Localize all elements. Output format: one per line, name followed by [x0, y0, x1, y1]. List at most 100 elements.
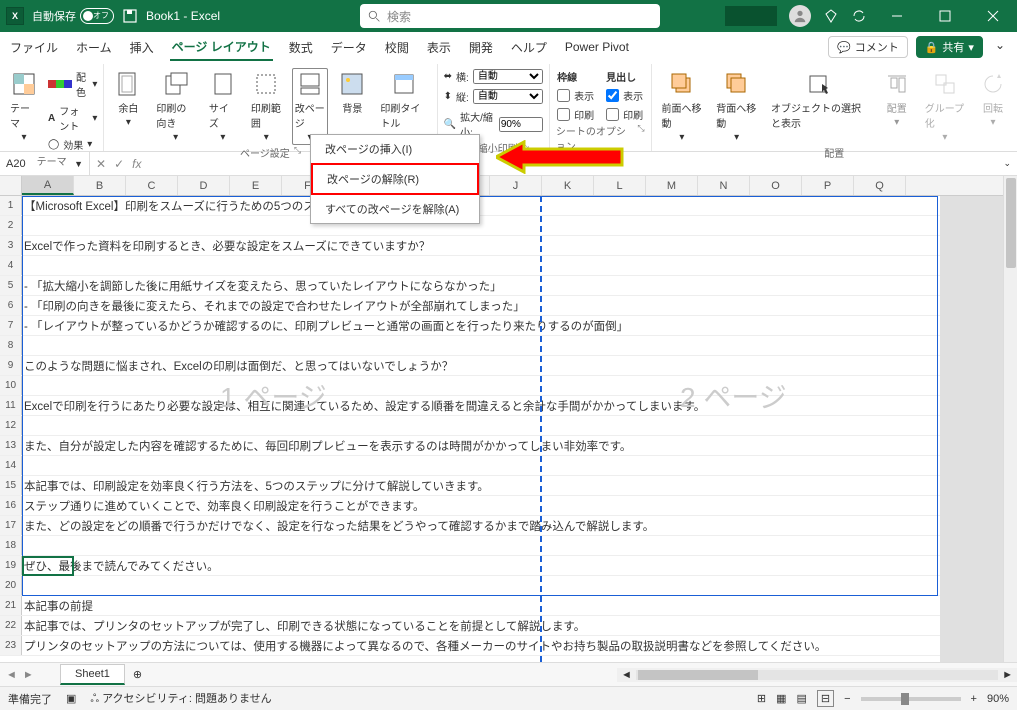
pagelayout-view-icon[interactable]: ▤: [796, 692, 806, 705]
menu-data[interactable]: データ: [329, 35, 369, 60]
row-header[interactable]: 1: [0, 196, 22, 215]
formula-expand-icon[interactable]: ⌄: [997, 158, 1017, 169]
col-header-Q[interactable]: Q: [854, 176, 906, 195]
width-select[interactable]: ⬌ 横:自動: [444, 68, 543, 85]
row-12[interactable]: 12: [0, 416, 1003, 436]
row-21[interactable]: 21本記事の前提: [0, 596, 1003, 616]
row-5[interactable]: 5- 「拡大縮小を調節した後に用紙サイズを変えたら、思っていたレイアウトにならな…: [0, 276, 1003, 296]
col-header-N[interactable]: N: [698, 176, 750, 195]
row-header[interactable]: 5: [0, 276, 22, 295]
row-7[interactable]: 7- 「レイアウトが整っているかどうか確認するのに、印刷プレビューと通常の画面と…: [0, 316, 1003, 336]
comments-button[interactable]: 💬 コメント: [828, 36, 908, 58]
row-content[interactable]: Excelで作った資料を印刷するとき、必要な設定をスムーズにできていますか？: [22, 236, 1003, 255]
row-16[interactable]: 16ステップ通りに進めていくことで、効率良く印刷設定を行うことができます。: [0, 496, 1003, 516]
row-15[interactable]: 15本記事では、印刷設定を効率良く行う方法を、5つのステップに分けて解説していき…: [0, 476, 1003, 496]
breaks-insert-item[interactable]: 改ページの挿入(I): [311, 135, 479, 163]
col-header-L[interactable]: L: [594, 176, 646, 195]
row-23[interactable]: 23プリンタのセットアップの方法については、使用する機器によって異なるので、各種…: [0, 636, 1003, 656]
tab-prev-icon[interactable]: ◄: [6, 669, 17, 681]
menu-home[interactable]: ホーム: [74, 35, 114, 60]
row-content[interactable]: また、自分が設定した内容を確認するために、毎回印刷プレビューを表示するのは時間が…: [22, 436, 1003, 455]
row-content[interactable]: - 「拡大縮小を調節した後に用紙サイズを変えたら、思っていたレイアウトにならなか…: [22, 276, 1003, 295]
new-sheet-button[interactable]: ⊕: [125, 668, 150, 681]
menu-powerpivot[interactable]: Power Pivot: [563, 36, 631, 58]
col-header-O[interactable]: O: [750, 176, 802, 195]
horizontal-scrollbar[interactable]: ◄►: [617, 668, 1017, 682]
row-content[interactable]: [22, 376, 1003, 395]
menu-pagelayout[interactable]: ページ レイアウト: [170, 34, 273, 61]
row-header[interactable]: 6: [0, 296, 22, 315]
zoom-out-icon[interactable]: −: [844, 693, 850, 705]
selection-pane-button[interactable]: オブジェクトの選択と表示: [767, 68, 873, 132]
row-content[interactable]: プリンタのセットアップの方法については、使用する機器によって異なるので、各種メー…: [22, 636, 1003, 655]
row-header[interactable]: 11: [0, 396, 22, 415]
row-17[interactable]: 17また、どの設定をどの順番で行うかだけでなく、設定を行なった結果をどうやって確…: [0, 516, 1003, 536]
row-3[interactable]: 3Excelで作った資料を印刷するとき、必要な設定をスムーズにできていますか？: [0, 236, 1003, 256]
orientation-button[interactable]: 印刷の向き▾: [152, 68, 199, 145]
col-header-P[interactable]: P: [802, 176, 854, 195]
row-header[interactable]: 10: [0, 376, 22, 395]
pagebreak-view-icon[interactable]: ⊟: [817, 690, 834, 707]
row-content[interactable]: - 「印刷の向きを最後に変えたら、それまでの設定で合わせたレイアウトが全部崩れて…: [22, 296, 1003, 315]
effects-button[interactable]: ◯ 効果 ▾: [48, 136, 97, 153]
col-header-M[interactable]: M: [646, 176, 698, 195]
col-header-A[interactable]: A: [22, 176, 74, 195]
normal-view-icon[interactable]: ▦: [776, 692, 786, 705]
minimize-button[interactable]: [879, 0, 915, 32]
rotate-button[interactable]: 回転▾: [975, 68, 1011, 130]
breaks-reset-item[interactable]: すべての改ページを解除(A): [311, 195, 479, 223]
cancel-icon[interactable]: ✕: [96, 157, 106, 171]
size-button[interactable]: サイズ▾: [205, 68, 241, 145]
row-8[interactable]: 8: [0, 336, 1003, 356]
row-content[interactable]: このような問題に悩まされ、Excelの印刷は面倒だ、と思ってはいないでしょうか？: [22, 356, 1003, 375]
col-header-D[interactable]: D: [178, 176, 230, 195]
row-header[interactable]: 8: [0, 336, 22, 355]
vertical-scrollbar[interactable]: [1003, 176, 1017, 662]
row-header[interactable]: 4: [0, 256, 22, 275]
select-all-corner[interactable]: [0, 176, 22, 195]
row-14[interactable]: 14: [0, 456, 1003, 476]
user-avatar[interactable]: [789, 5, 811, 27]
printarea-button[interactable]: 印刷範囲▾: [247, 68, 286, 145]
zoom-slider[interactable]: [861, 697, 961, 701]
row-10[interactable]: 10: [0, 376, 1003, 396]
background-button[interactable]: 背景: [334, 68, 370, 117]
share-button[interactable]: 🔒 共有 ▾: [916, 36, 983, 58]
row-content[interactable]: [22, 416, 1003, 435]
sheet-tab-1[interactable]: Sheet1: [60, 664, 125, 685]
group-button[interactable]: グループ化▾: [921, 68, 969, 145]
row-content[interactable]: [22, 336, 1003, 355]
row-content[interactable]: ステップ通りに進めていくことで、効率良く印刷設定を行うことができます。: [22, 496, 1003, 515]
row-content[interactable]: Excelで印刷を行うにあたり必要な設定は、相互に関連しているため、設定する順番…: [22, 396, 1003, 415]
row-9[interactable]: 9このような問題に悩まされ、Excelの印刷は面倒だ、と思ってはいないでしょうか…: [0, 356, 1003, 376]
row-header[interactable]: 9: [0, 356, 22, 375]
row-header[interactable]: 23: [0, 636, 22, 655]
row-content[interactable]: [22, 456, 1003, 475]
row-content[interactable]: - 「レイアウトが整っているかどうか確認するのに、印刷プレビューと通常の画面とを…: [22, 316, 1003, 335]
close-button[interactable]: [975, 0, 1011, 32]
themes-button[interactable]: テーマ▾: [6, 68, 42, 145]
row-6[interactable]: 6- 「印刷の向きを最後に変えたら、それまでの設定で合わせたレイアウトが全部崩れ…: [0, 296, 1003, 316]
menu-file[interactable]: ファイル: [8, 35, 60, 60]
row-header[interactable]: 7: [0, 316, 22, 335]
row-header[interactable]: 22: [0, 616, 22, 635]
zoom-level[interactable]: 90%: [987, 693, 1009, 705]
row-4[interactable]: 4: [0, 256, 1003, 276]
gridlines-view-check[interactable]: 表示: [557, 87, 594, 104]
menu-review[interactable]: 校閲: [383, 35, 411, 60]
menu-help[interactable]: ヘルプ: [509, 35, 549, 60]
worksheet-grid[interactable]: ABCDEFGHIJKLMNOPQ 1【Microsoft Excel】印刷をス…: [0, 176, 1017, 662]
row-header[interactable]: 3: [0, 236, 22, 255]
printtitles-button[interactable]: 印刷タイトル: [376, 68, 430, 132]
zoom-in-icon[interactable]: +: [971, 693, 977, 705]
col-header-K[interactable]: K: [542, 176, 594, 195]
row-13[interactable]: 13また、自分が設定した内容を確認するために、毎回印刷プレビューを表示するのは時…: [0, 436, 1003, 456]
row-header[interactable]: 18: [0, 536, 22, 555]
row-header[interactable]: 2: [0, 216, 22, 235]
ribbon-collapse-icon[interactable]: ⌄: [991, 36, 1009, 58]
row-content[interactable]: 【Microsoft Excel】印刷をスムーズに行うための5つのステップ: [22, 196, 1003, 215]
menu-view[interactable]: 表示: [425, 35, 453, 60]
sync-icon[interactable]: [851, 8, 867, 24]
send-backward-button[interactable]: 背面へ移動▾: [712, 68, 761, 145]
row-content[interactable]: [22, 576, 1003, 595]
